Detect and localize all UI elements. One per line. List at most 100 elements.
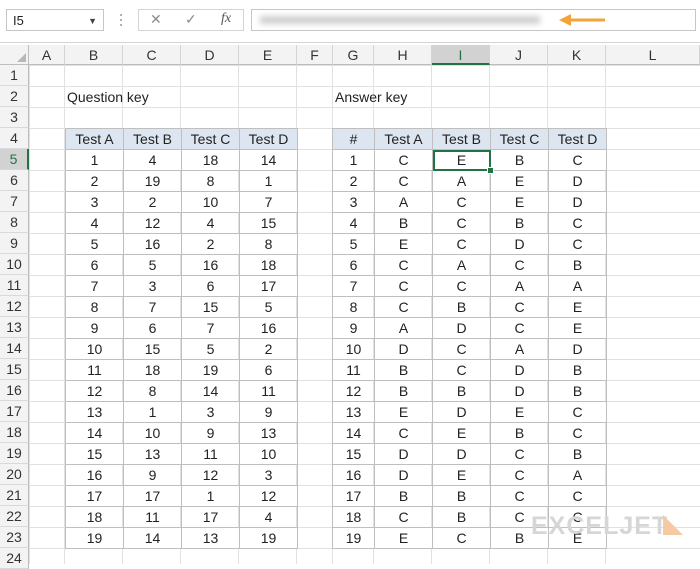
question-cell[interactable]: 4 [181,212,240,234]
question-cell[interactable]: 2 [239,338,298,360]
answer-cell[interactable]: A [432,254,491,276]
question-cell[interactable]: 17 [65,485,124,507]
answer-cell[interactable]: B [548,254,607,276]
answer-cell[interactable]: C [490,317,549,339]
question-cell[interactable]: 4 [123,149,182,171]
row-header-20[interactable]: 20 [0,464,29,485]
column-header-j[interactable]: J [490,45,548,65]
question-cell[interactable]: 14 [65,422,124,444]
row-header-10[interactable]: 10 [0,254,29,275]
answer-cell[interactable]: 19 [332,527,375,549]
answer-cell[interactable]: C [432,359,491,381]
answer-cell[interactable]: 12 [332,380,375,402]
question-cell[interactable]: 6 [181,275,240,297]
question-header-cell[interactable]: Test A [65,128,124,150]
answer-cell[interactable]: B [548,380,607,402]
question-cell[interactable]: 16 [123,233,182,255]
answer-cell[interactable]: 14 [332,422,375,444]
row-header-14[interactable]: 14 [0,338,29,359]
answer-cell[interactable]: D [432,401,491,423]
answer-cell[interactable]: B [374,359,433,381]
question-cell[interactable]: 12 [123,212,182,234]
question-cell[interactable]: 19 [123,170,182,192]
question-cell[interactable]: 15 [239,212,298,234]
answer-cell[interactable]: A [548,275,607,297]
question-cell[interactable]: 14 [123,527,182,549]
answer-cell[interactable]: 13 [332,401,375,423]
question-cell[interactable]: 10 [181,191,240,213]
answer-header-cell[interactable]: Test C [490,128,549,150]
question-cell[interactable]: 8 [239,233,298,255]
answer-cell[interactable]: D [490,233,549,255]
answer-cell[interactable]: C [432,191,491,213]
drag-handle-icon[interactable] [118,11,124,29]
answer-cell[interactable]: A [548,464,607,486]
answer-cell[interactable]: E [490,191,549,213]
answer-cell[interactable]: B [374,380,433,402]
answer-cell[interactable]: E [432,464,491,486]
answer-cell[interactable]: 4 [332,212,375,234]
question-cell[interactable]: 6 [239,359,298,381]
answer-cell[interactable]: C [432,275,491,297]
question-cell[interactable]: 1 [181,485,240,507]
question-cell[interactable]: 16 [65,464,124,486]
question-cell[interactable]: 19 [239,527,298,549]
question-cell[interactable]: 7 [65,275,124,297]
answer-cell[interactable]: E [548,317,607,339]
question-cell[interactable]: 10 [239,443,298,465]
question-cell[interactable]: 10 [65,338,124,360]
answer-cell[interactable]: 18 [332,506,375,528]
question-cell[interactable]: 8 [65,296,124,318]
question-cell[interactable]: 3 [123,275,182,297]
name-box[interactable]: I5 ▼ [6,9,104,31]
question-cell[interactable]: 18 [239,254,298,276]
answer-cell[interactable]: C [374,254,433,276]
question-cell[interactable]: 12 [65,380,124,402]
question-cell[interactable]: 6 [65,254,124,276]
answer-cell[interactable]: D [432,317,491,339]
answer-header-cell[interactable]: Test A [374,128,433,150]
question-cell[interactable]: 13 [65,401,124,423]
row-header-21[interactable]: 21 [0,485,29,506]
answer-cell[interactable]: D [374,443,433,465]
answer-cell[interactable]: B [490,149,549,171]
row-header-23[interactable]: 23 [0,527,29,548]
answer-cell[interactable]: D [548,191,607,213]
question-cell[interactable]: 18 [65,506,124,528]
answer-cell[interactable]: 1 [332,149,375,171]
answer-cell[interactable]: B [432,506,491,528]
fill-handle[interactable] [487,167,494,174]
question-cell[interactable]: 9 [123,464,182,486]
row-header-15[interactable]: 15 [0,359,29,380]
row-header-19[interactable]: 19 [0,443,29,464]
answer-cell[interactable]: 2 [332,170,375,192]
column-header-c[interactable]: C [123,45,181,65]
question-cell[interactable]: 5 [123,254,182,276]
answer-cell[interactable]: D [374,338,433,360]
answer-cell[interactable]: E [374,401,433,423]
function-icon[interactable]: fx [221,11,231,27]
question-cell[interactable]: 1 [123,401,182,423]
question-cell[interactable]: 2 [181,233,240,255]
column-header-e[interactable]: E [239,45,297,65]
answer-cell[interactable]: C [374,149,433,171]
question-cell[interactable]: 14 [239,149,298,171]
cancel-icon[interactable]: ✕ [150,11,162,28]
column-header-d[interactable]: D [181,45,239,65]
question-cell[interactable]: 13 [239,422,298,444]
question-cell[interactable]: 2 [123,191,182,213]
row-header-1[interactable]: 1 [0,65,29,86]
row-header-13[interactable]: 13 [0,317,29,338]
question-cell[interactable]: 17 [123,485,182,507]
answer-cell[interactable]: C [490,296,549,318]
answer-cell[interactable]: 3 [332,191,375,213]
answer-cell[interactable]: C [548,401,607,423]
answer-cell[interactable]: C [548,149,607,171]
question-cell[interactable]: 17 [239,275,298,297]
formula-input[interactable] [251,9,696,31]
question-cell[interactable]: 17 [181,506,240,528]
answer-cell[interactable]: 6 [332,254,375,276]
question-cell[interactable]: 13 [181,527,240,549]
column-header-a[interactable]: A [29,45,65,65]
question-cell[interactable]: 11 [239,380,298,402]
